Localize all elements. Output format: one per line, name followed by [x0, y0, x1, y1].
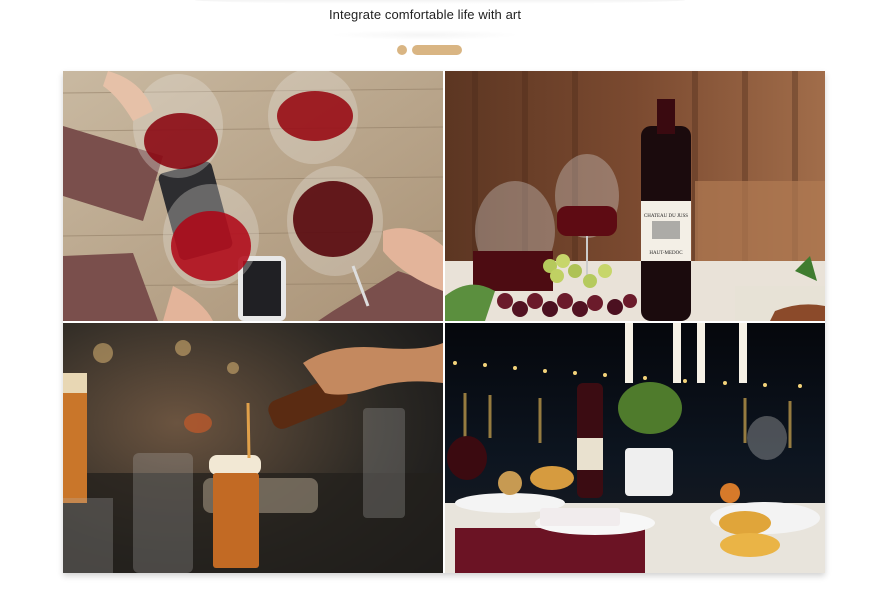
carousel-indicator — [397, 45, 462, 55]
photo-beer-pour-icon — [63, 323, 443, 573]
section-subtitle: Integrate comfortable life with art — [328, 7, 522, 22]
gallery-tile-wine-bottle-grapes[interactable]: CHATEAU DU JUSS HAUT-MEDOC — [445, 71, 825, 321]
photo-wine-glasses-toast-icon — [63, 71, 443, 321]
indicator-dot[interactable] — [397, 45, 407, 55]
photo-gallery: CHATEAU DU JUSS HAUT-MEDOC — [63, 71, 825, 573]
gallery-tile-night-dinner[interactable] — [445, 323, 825, 573]
subtitle-shadow-decoration — [330, 30, 520, 40]
photo-night-dinner-table-icon — [445, 323, 825, 573]
indicator-pill-active[interactable] — [412, 45, 462, 55]
bottle-sub-text: HAUT-MEDOC — [649, 251, 683, 256]
photo-wine-bottle-grapes-icon: CHATEAU DU JUSS HAUT-MEDOC — [445, 71, 825, 321]
gallery-tile-red-wine-toast[interactable] — [63, 71, 443, 321]
top-fade-decoration — [195, 0, 685, 4]
bottle-label-text: CHATEAU DU JUSS — [644, 214, 688, 219]
gallery-tile-beer-pour[interactable] — [63, 323, 443, 573]
